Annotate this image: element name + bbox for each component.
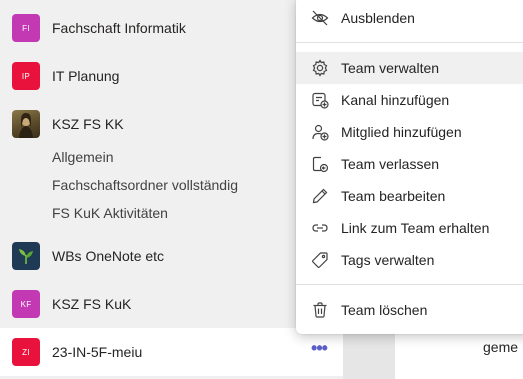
- more-options-button[interactable]: •••: [308, 339, 330, 362]
- add-person-icon: [310, 122, 330, 142]
- team-avatar: IP: [12, 62, 40, 90]
- menu-divider: [296, 284, 523, 285]
- team-name: IT Planung: [52, 68, 120, 84]
- team-avatar: KF: [12, 290, 40, 318]
- menu-item-label: Team löschen: [341, 302, 428, 318]
- menu-item-team-bearbeiten[interactable]: Team bearbeiten: [296, 180, 523, 212]
- menu-item-label: Team verwalten: [341, 60, 440, 76]
- team-item-23-in-5f-meiu[interactable]: ZI 23-IN-5F-meiu •••: [0, 328, 343, 376]
- team-name: KSZ FS KK: [52, 116, 124, 132]
- channel-item-fs-kuk-aktivitaeten[interactable]: FS KuK Aktivitäten: [52, 205, 168, 221]
- menu-item-label: Mitglied hinzufügen: [341, 124, 462, 140]
- team-item-wbs-onenote[interactable]: WBs OneNote etc: [0, 232, 343, 280]
- menu-item-link-zum-team[interactable]: Link zum Team erhalten: [296, 212, 523, 244]
- channel-item-fachschaftsordner[interactable]: Fachschaftsordner vollständig: [52, 177, 238, 193]
- menu-item-label: Ausblenden: [341, 10, 415, 26]
- menu-item-ausblenden[interactable]: Ausblenden: [296, 2, 523, 34]
- team-name: KSZ FS KuK: [52, 296, 132, 312]
- teams-list: FI Fachschaft Informatik IP IT Planung K…: [0, 0, 343, 379]
- tag-icon: [310, 250, 330, 270]
- team-context-menu: Ausblenden Team verwalten Kanal hinzufüg…: [296, 0, 523, 334]
- channel-item-allgemein[interactable]: Allgemein: [52, 149, 113, 165]
- team-avatar: FI: [12, 14, 40, 42]
- pencil-icon: [310, 186, 330, 206]
- menu-item-mitglied-hinzufuegen[interactable]: Mitglied hinzufügen: [296, 116, 523, 148]
- menu-item-label: Link zum Team erhalten: [341, 220, 490, 236]
- menu-item-team-loeschen[interactable]: Team löschen: [296, 294, 523, 326]
- team-avatar: ZI: [12, 338, 40, 366]
- menu-item-team-verlassen[interactable]: Team verlassen: [296, 148, 523, 180]
- menu-divider: [296, 42, 523, 43]
- team-item-ksz-fs-kk[interactable]: KSZ FS KK: [0, 100, 343, 148]
- plant-avatar-icon: [12, 242, 40, 270]
- link-icon: [310, 218, 330, 238]
- team-item-ksz-fs-kuk[interactable]: KF KSZ FS KuK: [0, 280, 343, 328]
- gear-icon: [310, 58, 330, 78]
- menu-item-team-verwalten[interactable]: Team verwalten: [296, 52, 523, 84]
- leave-icon: [310, 154, 330, 174]
- menu-item-label: Team verlassen: [341, 156, 440, 172]
- eye-off-icon: [310, 8, 330, 28]
- menu-item-kanal-hinzufuegen[interactable]: Kanal hinzufügen: [296, 84, 523, 116]
- add-channel-icon: [310, 90, 330, 110]
- team-name: WBs OneNote etc: [52, 248, 165, 264]
- team-item-fachschaft-informatik[interactable]: FI Fachschaft Informatik: [0, 4, 343, 52]
- menu-item-tags-verwalten[interactable]: Tags verwalten: [296, 244, 523, 276]
- team-item-it-planung[interactable]: IP IT Planung: [0, 52, 343, 100]
- menu-item-label: Team bearbeiten: [341, 188, 446, 204]
- menu-item-label: Tags verwalten: [341, 252, 435, 268]
- content-partial-text: geme: [483, 339, 519, 355]
- team-name: Fachschaft Informatik: [52, 20, 186, 36]
- trash-icon: [310, 300, 330, 320]
- mona-lisa-avatar-icon: [12, 110, 40, 138]
- menu-item-label: Kanal hinzufügen: [341, 92, 450, 108]
- team-name: 23-IN-5F-meiu: [52, 344, 143, 360]
